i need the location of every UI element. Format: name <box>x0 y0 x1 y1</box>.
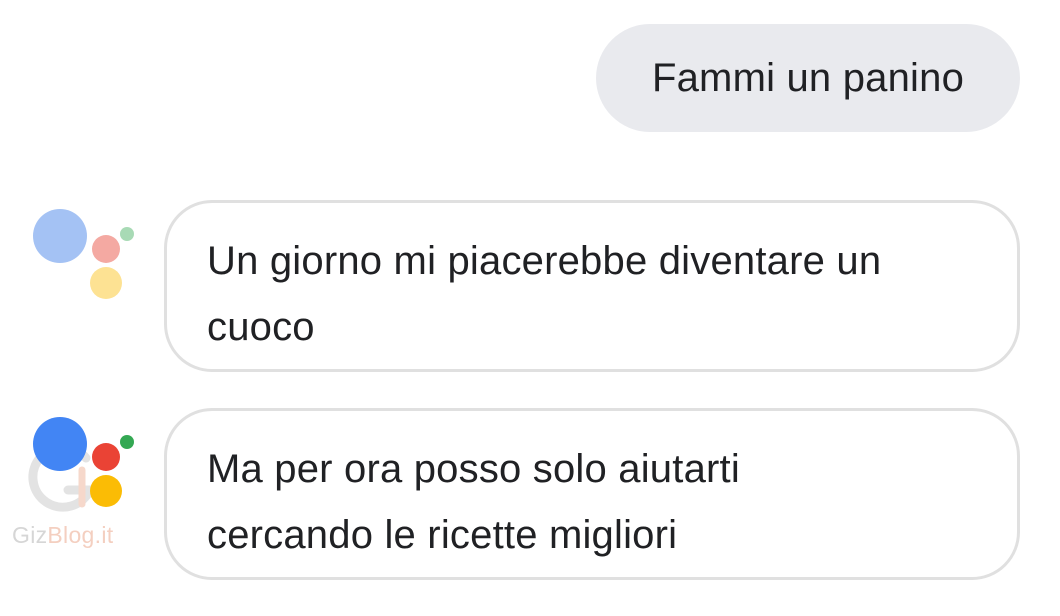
assistant-dot-red <box>92 235 120 263</box>
assistant-message-bubble: Un giorno mi piacerebbe diventare un cuo… <box>164 200 1020 372</box>
assistant-message-line: cercando le ricette migliori <box>207 513 678 557</box>
user-message-bubble: Fammi un panino <box>596 24 1020 132</box>
gizblog-watermark: GizBlog.it <box>12 522 113 549</box>
assistant-message-line: Ma per ora posso solo aiutarti <box>207 447 740 491</box>
assistant-dot-green <box>120 227 134 241</box>
watermark-text-blog: Blog.it <box>47 522 114 548</box>
assistant-dot-yellow <box>90 475 122 507</box>
assistant-dot-blue <box>33 417 87 471</box>
assistant-dot-blue <box>33 209 87 263</box>
assistant-message-bubble: Ma per ora posso solo aiutarti cercando … <box>164 408 1020 580</box>
google-assistant-icon <box>30 206 140 306</box>
watermark-text-giz: Giz <box>12 522 48 548</box>
assistant-dot-red <box>92 443 120 471</box>
assistant-dot-green <box>120 435 134 449</box>
assistant-dot-yellow <box>90 267 122 299</box>
assistant-message-line: cuoco <box>207 305 315 349</box>
user-message-text: Fammi un panino <box>651 55 965 100</box>
google-assistant-icon <box>30 414 140 514</box>
assistant-message-line: Un giorno mi piacerebbe diventare un <box>207 239 882 283</box>
